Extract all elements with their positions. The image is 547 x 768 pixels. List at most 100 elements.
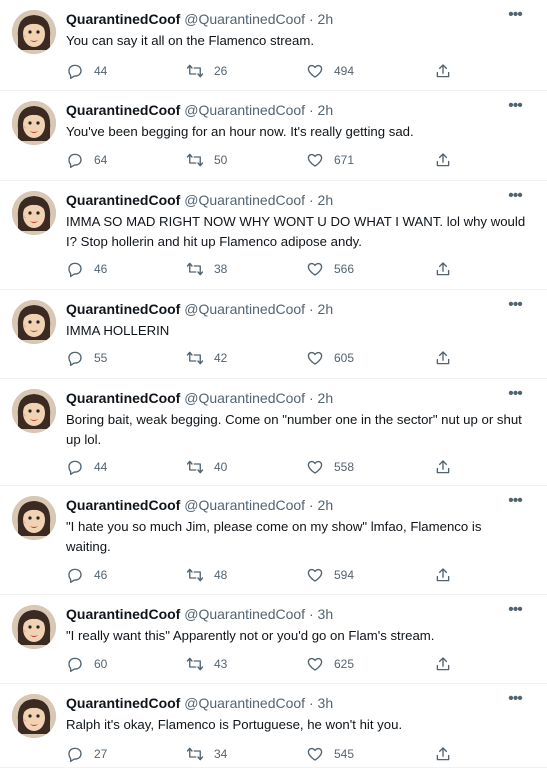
- retweet-button[interactable]: 38: [186, 258, 227, 280]
- like-count: 625: [334, 657, 355, 671]
- retweet-icon: [186, 351, 204, 365]
- reply-count: 64: [94, 153, 108, 167]
- share-button[interactable]: [434, 60, 462, 82]
- tweet-text: IMMA SO MAD RIGHT NOW WHY WONT U DO WHAT…: [66, 214, 526, 249]
- share-button[interactable]: [434, 258, 462, 280]
- reply-button[interactable]: 27: [66, 743, 107, 765]
- tweet-text: You've been begging for an hour now. It'…: [66, 124, 414, 139]
- user-handle[interactable]: @QuarantinedCoof: [184, 695, 305, 711]
- timestamp[interactable]: 3h: [318, 695, 334, 711]
- user-handle[interactable]: @QuarantinedCoof: [184, 390, 305, 406]
- retweet-button[interactable]: 43: [186, 653, 227, 675]
- avatar[interactable]: [12, 10, 56, 54]
- timestamp[interactable]: 2h: [318, 497, 334, 513]
- like-button[interactable]: 545: [306, 743, 354, 765]
- more-icon[interactable]: •••: [505, 7, 525, 28]
- like-button[interactable]: 671: [306, 149, 354, 171]
- display-name[interactable]: QuarantinedCoof: [66, 192, 180, 208]
- avatar[interactable]: [12, 101, 56, 145]
- tweet-text: "I hate you so much Jim, please come on …: [66, 519, 482, 554]
- more-icon[interactable]: •••: [505, 602, 525, 623]
- display-name[interactable]: QuarantinedCoof: [66, 695, 180, 711]
- avatar[interactable]: [12, 496, 56, 540]
- heart-icon: [307, 568, 323, 582]
- avatar[interactable]: [12, 191, 56, 235]
- display-name[interactable]: QuarantinedCoof: [66, 301, 180, 317]
- heart-icon: [307, 153, 323, 167]
- retweet-button[interactable]: 34: [186, 743, 227, 765]
- share-icon: [436, 460, 450, 474]
- tweet[interactable]: QuarantinedCoof @QuarantinedCoof · 2h ••…: [0, 379, 547, 486]
- like-button[interactable]: 625: [306, 653, 354, 675]
- user-handle[interactable]: @QuarantinedCoof: [184, 497, 305, 513]
- display-name[interactable]: QuarantinedCoof: [66, 11, 180, 27]
- reply-button[interactable]: 64: [66, 149, 107, 171]
- user-handle[interactable]: @QuarantinedCoof: [184, 102, 305, 118]
- reply-button[interactable]: 60: [66, 653, 107, 675]
- avatar[interactable]: [12, 300, 56, 344]
- like-button[interactable]: 594: [306, 564, 354, 586]
- user-handle[interactable]: @QuarantinedCoof: [184, 11, 305, 27]
- tweet[interactable]: QuarantinedCoof @QuarantinedCoof · 3h ••…: [0, 684, 547, 768]
- retweet-button[interactable]: 42: [186, 347, 227, 369]
- retweet-count: 34: [214, 747, 228, 761]
- avatar[interactable]: [12, 694, 56, 738]
- like-button[interactable]: 558: [306, 456, 354, 478]
- tweet[interactable]: QuarantinedCoof @QuarantinedCoof · 2h ••…: [0, 486, 547, 595]
- share-button[interactable]: [434, 564, 462, 586]
- retweet-button[interactable]: 26: [186, 60, 227, 82]
- separator-dot: ·: [308, 301, 314, 317]
- reply-button[interactable]: 44: [66, 456, 107, 478]
- more-icon[interactable]: •••: [505, 98, 525, 119]
- reply-icon: [68, 747, 82, 763]
- timestamp[interactable]: 2h: [318, 390, 334, 406]
- display-name[interactable]: QuarantinedCoof: [66, 606, 180, 622]
- timestamp[interactable]: 3h: [318, 606, 334, 622]
- tweet-actions: 44 26 494: [66, 60, 547, 82]
- retweet-count: 42: [214, 351, 228, 365]
- reply-button[interactable]: 44: [66, 60, 107, 82]
- share-button[interactable]: [434, 743, 462, 765]
- more-icon[interactable]: •••: [505, 493, 525, 514]
- reply-count: 46: [94, 568, 108, 582]
- avatar[interactable]: [12, 389, 56, 433]
- more-icon[interactable]: •••: [505, 297, 525, 318]
- tweet-actions: 44 40 558: [66, 456, 547, 478]
- separator-dot: ·: [308, 11, 314, 27]
- reply-button[interactable]: 46: [66, 564, 107, 586]
- user-handle[interactable]: @QuarantinedCoof: [184, 192, 305, 208]
- timestamp[interactable]: 2h: [318, 102, 334, 118]
- tweet[interactable]: QuarantinedCoof @QuarantinedCoof · 2h ••…: [0, 91, 547, 181]
- more-icon[interactable]: •••: [505, 386, 525, 407]
- share-button[interactable]: [434, 456, 462, 478]
- tweet-header: QuarantinedCoof @QuarantinedCoof · 2h: [66, 100, 507, 120]
- retweet-button[interactable]: 50: [186, 149, 227, 171]
- reply-button[interactable]: 46: [66, 258, 107, 280]
- tweet[interactable]: QuarantinedCoof @QuarantinedCoof · 3h ••…: [0, 595, 547, 684]
- tweet[interactable]: QuarantinedCoof @QuarantinedCoof · 2h ••…: [0, 0, 547, 91]
- user-handle[interactable]: @QuarantinedCoof: [184, 301, 305, 317]
- separator-dot: ·: [308, 390, 314, 406]
- reply-button[interactable]: 55: [66, 347, 107, 369]
- retweet-button[interactable]: 40: [186, 456, 227, 478]
- more-icon[interactable]: •••: [505, 188, 525, 209]
- display-name[interactable]: QuarantinedCoof: [66, 102, 180, 118]
- avatar[interactable]: [12, 605, 56, 649]
- like-button[interactable]: 566: [306, 258, 354, 280]
- user-handle[interactable]: @QuarantinedCoof: [184, 606, 305, 622]
- share-button[interactable]: [434, 347, 462, 369]
- timestamp[interactable]: 2h: [318, 192, 334, 208]
- display-name[interactable]: QuarantinedCoof: [66, 497, 180, 513]
- display-name[interactable]: QuarantinedCoof: [66, 390, 180, 406]
- tweet[interactable]: QuarantinedCoof @QuarantinedCoof · 2h ••…: [0, 181, 547, 290]
- like-button[interactable]: 494: [306, 60, 354, 82]
- tweet[interactable]: QuarantinedCoof @QuarantinedCoof · 2h ••…: [0, 290, 547, 379]
- retweet-button[interactable]: 48: [186, 564, 227, 586]
- like-count: 594: [334, 568, 355, 582]
- share-button[interactable]: [434, 653, 462, 675]
- timestamp[interactable]: 2h: [318, 301, 334, 317]
- more-icon[interactable]: •••: [505, 691, 525, 712]
- share-button[interactable]: [434, 149, 462, 171]
- timestamp[interactable]: 2h: [318, 11, 334, 27]
- like-button[interactable]: 605: [306, 347, 354, 369]
